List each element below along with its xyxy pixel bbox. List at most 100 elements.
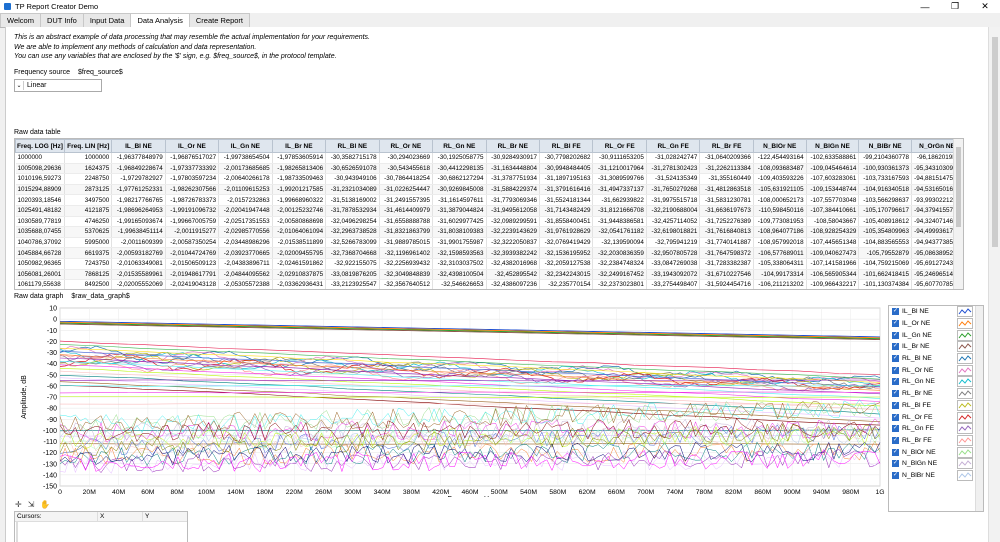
legend-item[interactable]: ✓ N_BlGn NE bbox=[889, 458, 983, 470]
table-cell[interactable]: -30,6862127294 bbox=[432, 173, 487, 185]
table-cell[interactable]: 1015294,88909 bbox=[15, 184, 66, 196]
table-cell[interactable]: -32,795941219 bbox=[646, 237, 701, 249]
table-cell[interactable]: -32,2030836359 bbox=[592, 247, 647, 259]
table-row[interactable]: 1005098,29636 1624375 -1,96849228674 -1,973… bbox=[15, 163, 963, 175]
table-cell[interactable]: -31,6558888788 bbox=[379, 216, 434, 228]
table-cell[interactable]: -32,1536195952 bbox=[539, 247, 594, 259]
table-cell[interactable]: -105,408918612 bbox=[858, 216, 913, 228]
table-cell[interactable]: -31,355160449 bbox=[699, 173, 754, 185]
column-header[interactable]: N_BlOr NE bbox=[752, 139, 807, 153]
table-cell[interactable]: -101,130374384 bbox=[858, 279, 913, 289]
column-header[interactable]: RL_Bl FE bbox=[538, 139, 594, 153]
table-cell[interactable]: -30,9284930917 bbox=[486, 152, 540, 164]
table-cell[interactable]: -32,2373023801 bbox=[592, 279, 647, 289]
column-header[interactable]: RL_Gn FE bbox=[645, 139, 701, 153]
checkbox-icon[interactable]: ✓ bbox=[892, 390, 899, 398]
table-cell[interactable]: 2248750 bbox=[64, 173, 113, 185]
legend-scrollbar[interactable] bbox=[975, 306, 983, 511]
column-header[interactable]: N_BlBr NE bbox=[858, 139, 913, 153]
table-cell[interactable]: -32,9507805728 bbox=[646, 247, 701, 259]
table-cell[interactable]: -2,02461591862 bbox=[272, 258, 327, 270]
table-cell[interactable]: 3497500 bbox=[64, 194, 113, 206]
table-cell[interactable]: -2,04844095562 bbox=[218, 269, 273, 281]
table-cell[interactable]: -32,3222050837 bbox=[486, 237, 540, 249]
table-cell[interactable]: -32,2342243015 bbox=[539, 269, 594, 281]
table-cell[interactable]: -32,2190688004 bbox=[646, 205, 701, 217]
table-cell[interactable]: -1,99667005759 bbox=[165, 216, 220, 228]
table-cell[interactable]: -32,2059127538 bbox=[539, 258, 594, 270]
table-cell[interactable]: -2,0011609399 bbox=[111, 237, 166, 249]
main-scrollbar[interactable] bbox=[988, 27, 1000, 542]
checkbox-icon[interactable]: ✓ bbox=[892, 413, 899, 421]
table-row[interactable]: 1000000 1000000 -1,96377848979 -1,968765170… bbox=[15, 152, 963, 164]
table-cell[interactable]: -1,99165093674 bbox=[111, 216, 166, 228]
table-cell[interactable]: -31,2781302423 bbox=[646, 163, 701, 175]
table-cell[interactable]: -31,9901755987 bbox=[432, 237, 487, 249]
table-cell[interactable]: 4746250 bbox=[64, 216, 113, 228]
table-cell[interactable]: -30,943949106 bbox=[325, 173, 380, 185]
column-header[interactable]: RL_Br FE bbox=[699, 139, 754, 153]
table-cell[interactable]: -32,2256939432 bbox=[379, 258, 434, 270]
table-cell[interactable]: -109,403593226 bbox=[753, 173, 807, 185]
table-cell[interactable]: 1045884,66728 bbox=[15, 247, 66, 259]
table-cell[interactable]: -105,170796617 bbox=[858, 205, 913, 217]
table-cell[interactable]: -31,8038109383 bbox=[432, 226, 487, 238]
table-cell[interactable]: -32,235770154 bbox=[539, 279, 594, 289]
table-cell[interactable]: 7243750 bbox=[64, 258, 113, 270]
table-row[interactable]: 1056081,26001 7868125 -2,01535589961 -2,019… bbox=[15, 269, 963, 281]
table-cell[interactable]: 1050982,96365 bbox=[15, 258, 66, 270]
column-header[interactable]: Freq. LOG [Hz] bbox=[15, 139, 66, 153]
table-cell[interactable]: -1,96876517027 bbox=[165, 152, 220, 164]
restore-button[interactable]: ❐ bbox=[940, 0, 970, 13]
table-cell[interactable]: -31,8558400451 bbox=[539, 216, 594, 228]
table-cell[interactable]: 1025491,48182 bbox=[15, 205, 66, 217]
table-cell[interactable]: -31,7647598372 bbox=[699, 247, 754, 259]
table-cell[interactable]: -31,028242747 bbox=[646, 152, 701, 164]
legend-item[interactable]: ✓ RL_Br FE bbox=[889, 434, 983, 447]
table-cell[interactable]: 7868125 bbox=[64, 269, 113, 281]
table-row[interactable]: 1061179,55638 8492500 -2,02005552069 -2,024… bbox=[15, 279, 963, 289]
table-cell[interactable]: -2,02009455795 bbox=[272, 247, 327, 259]
table-cell[interactable]: -33,2123925547 bbox=[325, 279, 380, 289]
table-cell[interactable]: -2,0011915277 bbox=[165, 226, 220, 238]
table-cell[interactable]: -30,543455618 bbox=[379, 163, 434, 175]
tab-create-report[interactable]: Create Report bbox=[188, 13, 250, 27]
table-cell[interactable]: -109,773081953 bbox=[753, 216, 807, 228]
table-cell[interactable]: -1,9729782927 bbox=[111, 173, 166, 185]
table-cell[interactable]: -31,662939822 bbox=[592, 194, 647, 206]
table-cell[interactable]: -1,99738654504 bbox=[218, 152, 273, 164]
table-cell[interactable]: -33,0847269038 bbox=[646, 258, 701, 270]
table-cell[interactable]: 1035688,07455 bbox=[15, 226, 66, 238]
tab-data-analysis[interactable]: Data Analysis bbox=[130, 13, 190, 28]
table-cell[interactable]: 5370625 bbox=[64, 226, 113, 238]
table-cell[interactable]: -103,566298637 bbox=[858, 194, 913, 206]
table-cell[interactable]: -1,97337733392 bbox=[165, 163, 220, 175]
table-cell[interactable]: -31,5524181344 bbox=[539, 194, 594, 206]
table-cell[interactable]: -32,3939382242 bbox=[486, 247, 540, 259]
table-cell[interactable]: -31,1634448804 bbox=[486, 163, 540, 175]
table-cell[interactable]: -31,7740141887 bbox=[699, 237, 754, 249]
table-cell[interactable]: -2,00593182769 bbox=[111, 247, 166, 259]
table-cell[interactable]: -2,02005552069 bbox=[111, 279, 166, 289]
table-cell[interactable]: -33,0819876205 bbox=[325, 269, 380, 281]
tab-welcom[interactable]: Welcom bbox=[0, 13, 41, 27]
table-cell[interactable]: -31,3787751934 bbox=[486, 173, 540, 185]
legend-item[interactable]: ✓ RL_Or NE bbox=[889, 364, 983, 376]
legend-item[interactable]: ✓ IL_Bl NE bbox=[889, 306, 983, 318]
table-row[interactable]: 1035688,07455 5370625 -1,99638451114 -2,001… bbox=[15, 226, 963, 238]
table-cell[interactable]: -108,58043667 bbox=[806, 216, 860, 228]
checkbox-icon[interactable]: ✓ bbox=[892, 308, 899, 316]
table-cell[interactable]: -31,7143482429 bbox=[539, 205, 594, 217]
column-header[interactable]: RL_Gn NE bbox=[432, 139, 487, 153]
legend-item[interactable]: ✓ RL_Bl FE bbox=[889, 399, 983, 412]
legend-item[interactable]: ✓ RL_Bl NE bbox=[889, 353, 983, 365]
table-cell[interactable]: -31,7793069346 bbox=[486, 194, 540, 206]
table-cell[interactable]: -33,2754498407 bbox=[646, 279, 701, 289]
table-cell[interactable]: -30,7798202682 bbox=[539, 152, 594, 164]
checkbox-icon[interactable]: ✓ bbox=[892, 425, 899, 433]
column-header[interactable]: IL_Bl NE bbox=[111, 139, 166, 153]
table-cell[interactable]: -2,01064061094 bbox=[272, 226, 327, 238]
table-row[interactable]: 1030589,77819 4746250 -1,99165093674 -1,996… bbox=[15, 216, 963, 228]
checkbox-icon[interactable]: ✓ bbox=[892, 448, 899, 456]
table-cell[interactable]: -32,4382016968 bbox=[486, 258, 540, 270]
